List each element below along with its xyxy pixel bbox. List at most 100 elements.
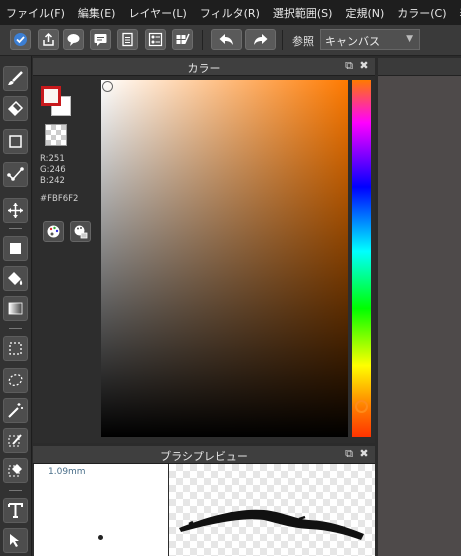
- comment-button[interactable]: [90, 29, 111, 50]
- color-swatch-area: R:251 G:246 B:242 #FBF6F2: [33, 76, 99, 443]
- tool-separator: [9, 228, 22, 229]
- blue-value: B:242: [40, 176, 65, 186]
- gradient-tool[interactable]: [3, 296, 28, 321]
- palette-button[interactable]: [43, 221, 64, 242]
- toolbar-separator: [282, 30, 283, 50]
- eraser-icon: [7, 100, 24, 117]
- brush-preview-panel: ブラシプレビュー ⧉ ✖ 1.09mm: [33, 446, 375, 556]
- operation-tool[interactable]: [3, 528, 28, 553]
- canvas-area-header: [378, 58, 461, 76]
- tool-separator: [9, 328, 22, 329]
- comment-icon: [94, 34, 107, 46]
- menu-filter[interactable]: フィルタ(R): [194, 5, 267, 21]
- select-pen-tool[interactable]: [3, 428, 28, 453]
- transparent-color-swatch[interactable]: [45, 124, 67, 146]
- palette-settings-button[interactable]: [70, 221, 91, 242]
- brush-stroke-preview: [169, 464, 375, 556]
- palette-settings-icon: [74, 225, 88, 239]
- bucket-tool[interactable]: [3, 266, 28, 291]
- chevron-down-icon: ▼: [406, 34, 413, 44]
- list-icon: [148, 32, 163, 47]
- text-tool[interactable]: [3, 498, 28, 523]
- undo-button[interactable]: [211, 29, 242, 50]
- color-panel-header: カラー ⧉ ✖: [33, 58, 375, 76]
- menu-selection[interactable]: 選択範囲(S): [267, 5, 340, 21]
- check-icon: [14, 33, 27, 46]
- menu-bar: ファイル(F) 編集(E) レイヤー(L) フィルタ(R) 選択範囲(S) 定規…: [0, 0, 461, 25]
- hex-value: #FBF6F2: [40, 194, 79, 204]
- hue-slider-handle[interactable]: [355, 400, 368, 414]
- dot-line-tool[interactable]: [3, 162, 28, 187]
- color-panel-title: カラー: [187, 62, 221, 75]
- color-picker-cursor[interactable]: [102, 81, 113, 92]
- magic-wand-icon: [8, 403, 23, 418]
- undock-icon[interactable]: ⧉: [343, 60, 355, 72]
- reference-select-value: キャンバス: [325, 35, 380, 48]
- fill-rect-tool[interactable]: [3, 236, 28, 261]
- toolbar-separator: [202, 30, 203, 50]
- menu-layer[interactable]: レイヤー(L): [122, 5, 193, 21]
- rect-select-tool[interactable]: [3, 336, 28, 361]
- rect-select-icon: [9, 342, 22, 355]
- close-icon[interactable]: ✖: [358, 448, 370, 460]
- move-tool[interactable]: [3, 198, 28, 223]
- reference-select[interactable]: キャンバス ▼: [320, 29, 420, 50]
- check-button[interactable]: [10, 29, 31, 50]
- brush-tool[interactable]: [3, 66, 28, 91]
- menu-edit[interactable]: 編集(E): [72, 5, 123, 21]
- brush-icon: [8, 71, 23, 85]
- speech-bubble-icon: [67, 34, 80, 46]
- undock-icon[interactable]: ⧉: [343, 448, 355, 460]
- palette-icon: [47, 225, 60, 238]
- speech-bubble-button[interactable]: [63, 29, 84, 50]
- tool-palette: [0, 56, 32, 556]
- brush-size-dot: [98, 535, 103, 540]
- brush-size-label: 1.09mm: [48, 467, 86, 477]
- canvas-area: [378, 58, 461, 556]
- saturation-value-picker[interactable]: [101, 80, 348, 437]
- select-pen-icon: [8, 434, 22, 447]
- close-icon[interactable]: ✖: [358, 60, 370, 72]
- menu-color[interactable]: カラー(C): [391, 5, 453, 21]
- fill-rect-icon: [10, 243, 21, 254]
- edit-icon: [176, 33, 190, 44]
- gradient-icon: [8, 302, 23, 315]
- foreground-color-swatch[interactable]: [41, 86, 61, 106]
- menu-ruler[interactable]: 定規(N): [339, 5, 391, 21]
- menu-view[interactable]: 表示: [454, 5, 461, 21]
- toolbar: 参照 キャンバス ▼: [0, 25, 461, 56]
- list-button[interactable]: [145, 29, 166, 50]
- select-eraser-tool[interactable]: [3, 458, 28, 483]
- share-button[interactable]: [38, 29, 59, 50]
- rectangle-tool[interactable]: [3, 129, 28, 154]
- green-value: G:246: [40, 165, 66, 175]
- share-icon: [43, 32, 54, 46]
- color-panel: カラー ⧉ ✖ R:251 G:246 B:242 #FBF6F2: [33, 58, 375, 443]
- document-button[interactable]: [117, 29, 138, 50]
- select-eraser-icon: [8, 464, 22, 477]
- red-value: R:251: [40, 154, 65, 164]
- dot-line-icon: [7, 167, 24, 181]
- bucket-icon: [8, 272, 23, 285]
- document-icon: [122, 32, 133, 47]
- eraser-tool[interactable]: [3, 96, 28, 121]
- brush-stroke: [179, 509, 364, 540]
- operation-icon: [10, 534, 19, 547]
- reference-label: 参照: [292, 35, 314, 48]
- text-icon: [8, 503, 23, 518]
- brush-size-preview: 1.09mm: [34, 464, 168, 556]
- lasso-icon: [8, 374, 23, 386]
- menu-file[interactable]: ファイル(F): [0, 5, 72, 21]
- magic-wand-tool[interactable]: [3, 398, 28, 423]
- lasso-tool[interactable]: [3, 368, 28, 393]
- brush-preview-title: ブラシプレビュー: [160, 450, 248, 463]
- hue-slider[interactable]: [352, 80, 371, 437]
- tool-separator: [9, 490, 22, 491]
- brush-preview-header: ブラシプレビュー ⧉ ✖: [33, 446, 375, 464]
- redo-button[interactable]: [245, 29, 276, 50]
- redo-icon: [254, 34, 268, 45]
- edit-button[interactable]: [172, 29, 193, 50]
- rectangle-icon: [9, 135, 22, 148]
- undo-icon: [219, 34, 233, 45]
- move-icon: [8, 203, 23, 218]
